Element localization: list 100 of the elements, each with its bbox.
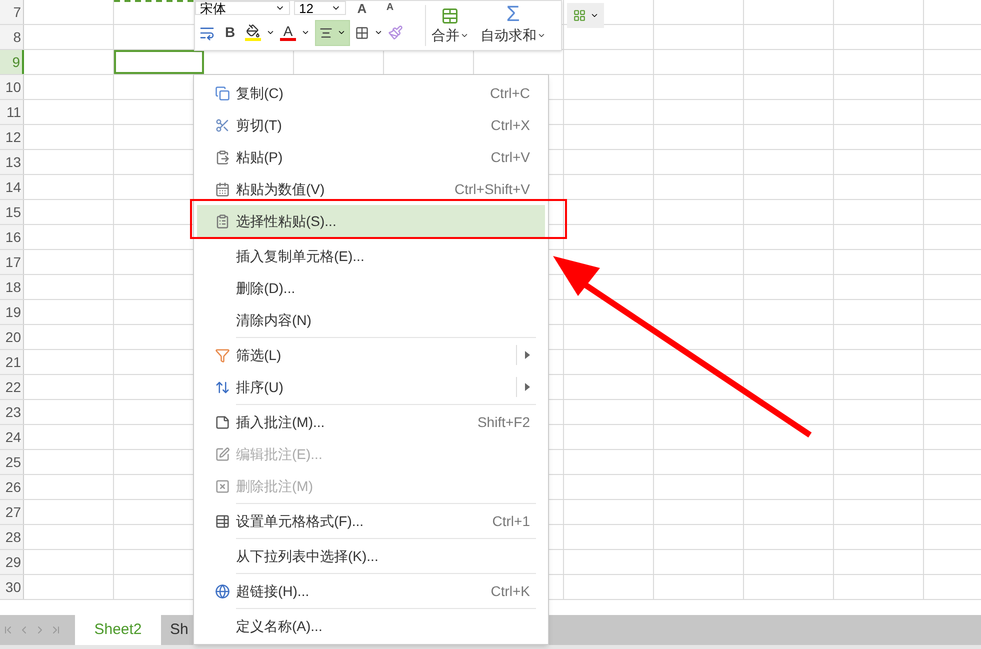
shortcut-label: Ctrl+K <box>490 582 530 600</box>
font-color-button[interactable]: A <box>280 24 296 41</box>
row-header[interactable]: 28 <box>0 525 24 549</box>
caret-icon[interactable] <box>301 28 310 37</box>
selected-cell[interactable] <box>114 50 204 74</box>
grid-layout-icon <box>572 9 586 22</box>
bold-button[interactable]: B <box>220 22 240 43</box>
row-header[interactable]: 18 <box>0 275 24 299</box>
row-header[interactable]: 21 <box>0 350 24 374</box>
row-header[interactable]: 22 <box>0 375 24 399</box>
borders-icon[interactable] <box>355 26 369 40</box>
menu-item-label: 选择性粘贴(S)... <box>236 212 336 231</box>
menu-item-label: 粘贴(P) <box>236 148 283 167</box>
submenu-arrow-icon <box>525 351 530 359</box>
menu-item-label: 插入批注(M)... <box>236 412 325 432</box>
menu-item[interactable]: 插入复制单元格(E)... <box>197 240 545 272</box>
menu-item[interactable]: 粘贴为数值(V) Ctrl+Shift+V <box>197 173 545 205</box>
row-header[interactable]: 23 <box>0 400 24 424</box>
note-add-icon <box>215 414 230 430</box>
row-header[interactable]: 13 <box>0 150 24 174</box>
row-header[interactable]: 8 <box>0 25 24 49</box>
submenu-arrow-icon <box>525 383 530 391</box>
note-delete-icon <box>215 478 230 494</box>
menu-item-label: 粘贴为数值(V) <box>236 180 325 199</box>
menu-item[interactable]: 复制(C) Ctrl+C <box>197 77 545 109</box>
row-header[interactable]: 19 <box>0 300 24 324</box>
sheet-tab[interactable]: Sheet2 <box>75 615 161 645</box>
shortcut-label: Ctrl+1 <box>492 512 530 530</box>
sort-icon <box>215 380 230 394</box>
menu-item[interactable]: 剪切(T) Ctrl+X <box>197 109 545 141</box>
autosum-button[interactable]: Σ 自动求和 <box>474 1 552 50</box>
menu-item-label: 从下拉列表中选择(K)... <box>236 546 378 566</box>
menu-item[interactable]: 插入批注(M)... Shift+F2 <box>197 406 545 438</box>
size-dropdown[interactable]: 12 <box>294 1 346 15</box>
row-header[interactable]: 11 <box>0 100 24 124</box>
wrap-text-icon[interactable] <box>199 24 215 40</box>
row-header[interactable]: 7 <box>0 0 24 24</box>
format-painter-icon[interactable] <box>388 25 403 40</box>
menu-item[interactable]: 粘贴(P) Ctrl+V <box>197 141 545 173</box>
table-icon <box>215 514 230 528</box>
menu-item[interactable]: 选择性粘贴(S)... <box>197 205 545 237</box>
merge-button[interactable]: 合并 <box>426 1 474 50</box>
grow-font-button[interactable]: A <box>350 2 374 14</box>
note-edit-icon <box>215 446 230 462</box>
menu-item[interactable]: 从下拉列表中选择(K)... <box>197 540 545 572</box>
row-header[interactable]: 24 <box>0 425 24 449</box>
globe-icon <box>215 584 230 598</box>
caret-icon <box>536 31 546 40</box>
menu-item-label: 超链接(H)... <box>236 582 310 601</box>
scissors-icon <box>215 118 230 132</box>
shortcut-label: Ctrl+V <box>490 148 530 166</box>
row-header[interactable]: 17 <box>0 250 24 274</box>
menu-item-label: 删除批注(M) <box>236 476 313 496</box>
shrink-font-button[interactable]: A <box>378 3 402 13</box>
menu-item[interactable]: 清除内容(N) <box>197 304 545 336</box>
menu-item-label: 剪切(T) <box>236 116 282 135</box>
shortcut-label: Shift+F2 <box>477 412 530 432</box>
row-header[interactable]: 27 <box>0 500 24 524</box>
font-dropdown[interactable]: 宋体 <box>195 1 290 15</box>
menu-item-label: 定义名称(A)... <box>236 616 322 636</box>
row-header[interactable]: 14 <box>0 175 24 199</box>
sheet-tab[interactable]: Sh <box>161 615 188 645</box>
quick-layout-button[interactable] <box>567 3 604 28</box>
fill-color-icon[interactable] <box>246 24 260 38</box>
row-header[interactable]: 12 <box>0 125 24 149</box>
menu-item-label: 插入复制单元格(E)... <box>236 246 364 266</box>
menu-item-label: 清除内容(N) <box>236 310 312 330</box>
row-header[interactable]: 25 <box>0 450 24 474</box>
row-header[interactable]: 26 <box>0 475 24 499</box>
shortcut-label: Ctrl+X <box>490 116 530 134</box>
menu-item-label: 筛选(L) <box>236 346 282 365</box>
menu-item[interactable]: 删除(D)... <box>197 272 545 304</box>
caret-icon <box>337 28 346 37</box>
caret-icon <box>460 31 468 40</box>
row-header[interactable]: 16 <box>0 225 24 249</box>
align-center-icon <box>319 26 333 40</box>
row-header[interactable]: 30 <box>0 575 24 599</box>
menu-item-label: 编辑批注(E)... <box>236 444 322 464</box>
merge-label: 合并 <box>432 26 460 45</box>
align-center-button[interactable] <box>315 20 350 46</box>
row-header[interactable]: 15 <box>0 200 24 224</box>
merge-cells-icon <box>441 7 459 25</box>
menu-item[interactable]: 超链接(H)... Ctrl+K <box>197 575 545 607</box>
menu-item[interactable]: 排序(U) <box>197 371 545 403</box>
row-header[interactable]: 10 <box>0 75 24 99</box>
menu-item-label: 删除(D)... <box>236 278 296 298</box>
shortcut-label: Ctrl+C <box>490 84 530 102</box>
caret-icon <box>590 11 598 20</box>
menu-item[interactable]: 定义名称(A)... <box>197 610 545 642</box>
copy-icon <box>215 86 230 100</box>
caret-icon[interactable] <box>374 28 383 37</box>
menu-item[interactable]: 筛选(L) <box>197 339 545 371</box>
menu-item[interactable]: 设置单元格格式(F)... Ctrl+1 <box>197 505 545 537</box>
row-header[interactable]: 29 <box>0 550 24 574</box>
row-header[interactable]: 20 <box>0 325 24 349</box>
autosum-label: 自动求和 <box>480 26 536 45</box>
menu-item-label: 排序(U) <box>236 378 284 397</box>
sigma-symbol: Σ <box>506 3 520 25</box>
clipboard-icon <box>215 150 230 164</box>
caret-icon[interactable] <box>266 28 275 37</box>
